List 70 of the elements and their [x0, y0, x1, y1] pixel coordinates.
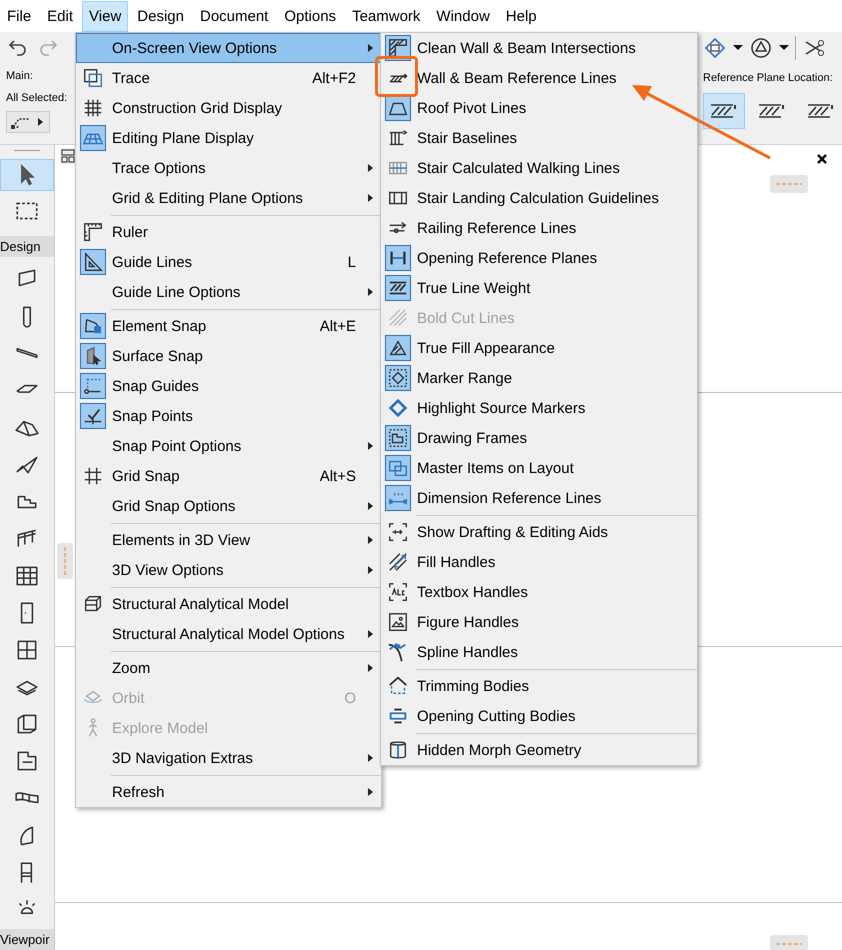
menu-bar-item[interactable]: Window: [429, 0, 497, 32]
reference-plane-label: Reference Plane Location:: [703, 71, 834, 86]
menu-item[interactable]: Opening Reference Planes: [381, 243, 697, 273]
selection-settings-button[interactable]: [6, 111, 50, 133]
menu-item[interactable]: Stair Calculated Walking Lines: [381, 153, 697, 183]
menu-item[interactable]: Zoom: [76, 653, 381, 683]
close-icon[interactable]: [816, 153, 828, 165]
menu-item[interactable]: Dimension Reference Lines: [381, 483, 697, 513]
menu-item[interactable]: Fill Handles: [381, 547, 697, 577]
menu-item[interactable]: Drawing Frames: [381, 423, 697, 453]
menu-item[interactable]: 3D Navigation Extras: [76, 743, 381, 773]
menu-bar-item[interactable]: Document: [192, 0, 276, 32]
menu-item[interactable]: Highlight Source Markers: [381, 393, 697, 423]
caret-icon[interactable]: [733, 45, 743, 50]
menu-item[interactable]: Marker Range: [381, 363, 697, 393]
menu-item[interactable]: Spline Handles: [381, 637, 697, 667]
menu-item[interactable]: Railing Reference Lines: [381, 213, 697, 243]
menu-item[interactable]: True Line Weight: [381, 273, 697, 303]
menu-item[interactable]: Show Drafting & Editing Aids: [381, 517, 697, 547]
menu-item[interactable]: Roof Pivot Lines: [381, 93, 697, 123]
menu-item[interactable]: Figure Handles: [381, 607, 697, 637]
main-label: Main:: [6, 69, 34, 84]
caret-icon[interactable]: [779, 45, 789, 50]
menu-item[interactable]: True Fill Appearance: [381, 333, 697, 363]
menu-item[interactable]: Snap Point Options: [76, 431, 381, 461]
menu-item[interactable]: Grid Snap Options: [76, 491, 381, 521]
hatched-wall-icon: [806, 101, 836, 121]
menu-item[interactable]: Editing Plane Display: [76, 123, 381, 153]
menu-item[interactable]: Grid & Editing Plane Options: [76, 183, 381, 213]
menu-item[interactable]: Stair Baselines: [381, 123, 697, 153]
menu-bar-item[interactable]: Edit: [40, 0, 80, 32]
view-layout-icon[interactable]: [60, 148, 76, 164]
menu-item[interactable]: Opening Cutting Bodies: [381, 701, 697, 731]
menu-bar-item[interactable]: File: [0, 0, 38, 32]
menu-bar-item[interactable]: View: [82, 0, 128, 32]
menu-bar-item[interactable]: Help: [498, 0, 544, 32]
menu-item[interactable]: Textbox Handles: [381, 577, 697, 607]
menu-item[interactable]: Construction Grid Display: [76, 93, 381, 123]
menu-item[interactable]: Stair Landing Calculation Guidelines: [381, 183, 697, 213]
menu-item[interactable]: 3D View Options: [76, 555, 381, 585]
menu-item[interactable]: Trimming Bodies: [381, 671, 697, 701]
menu-item[interactable]: Trace Alt+F2: [76, 63, 381, 93]
menu-item[interactable]: Guide Lines L: [76, 247, 381, 277]
menu-item[interactable]: Guide Line Options: [76, 277, 381, 307]
menu-item[interactable]: Refresh: [76, 777, 381, 807]
menu-item[interactable]: Master Items on Layout: [381, 453, 697, 483]
toolbox-section-header[interactable]: Design: [0, 236, 54, 257]
menu-item[interactable]: Elements in 3D View: [76, 525, 381, 555]
menu-item[interactable]: On-Screen View Options: [76, 33, 381, 63]
highlight-frame: [375, 56, 418, 97]
menu-item[interactable]: Clean Wall & Beam Intersections: [381, 33, 697, 63]
selection-label: All Selected:: [6, 91, 68, 106]
menu-bar-item[interactable]: Options: [277, 0, 344, 32]
menu-item[interactable]: Structural Analytical Model: [76, 589, 381, 619]
tool-button[interactable]: [0, 158, 54, 192]
menu-bar-item[interactable]: Teamwork: [345, 0, 428, 32]
menu-item[interactable]: Hidden Morph Geometry: [381, 735, 697, 765]
menu-item[interactable]: Structural Analytical Model Options: [76, 619, 381, 649]
menu-item[interactable]: Element Snap Alt+E: [76, 311, 381, 341]
menu-bar-item[interactable]: Design: [130, 0, 191, 32]
menu-item[interactable]: Surface Snap: [76, 341, 381, 371]
menu-item[interactable]: Trace Options: [76, 153, 381, 183]
menu-item[interactable]: Grid Snap Alt+S: [76, 461, 381, 491]
menu-item[interactable]: Ruler: [76, 217, 381, 247]
menu-item[interactable]: Snap Points: [76, 401, 381, 431]
menu-item[interactable]: Snap Guides: [76, 371, 381, 401]
menu-item[interactable]: Wall & Beam Reference Lines: [381, 63, 697, 93]
toolbox-section-header[interactable]: Viewpoir: [0, 929, 54, 950]
diamond-icon[interactable]: [703, 36, 727, 60]
reference-plane-button[interactable]: [703, 93, 746, 129]
